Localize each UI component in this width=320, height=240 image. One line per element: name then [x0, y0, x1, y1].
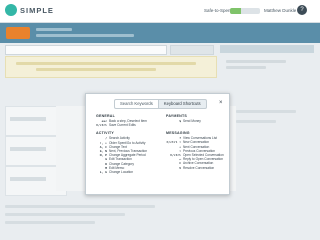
sidebar-goals-header[interactable]: [220, 45, 314, 53]
notice-alert: [5, 56, 217, 78]
sidebar-text-placeholder: [226, 60, 286, 63]
shortcuts-left-column: GENERAL esc Back a step, Deselect Item ⌘/…: [96, 114, 156, 174]
simple-logo-icon[interactable]: [5, 4, 17, 16]
shortcut-row: L, G Change Location: [96, 170, 156, 174]
balance-badge: [6, 27, 30, 39]
shortcut-key: L, G: [99, 169, 107, 174]
transaction-text-placeholder: [10, 147, 46, 151]
background-text-placeholder: [236, 120, 276, 123]
shortcut-key: V: [179, 165, 181, 170]
shortcut-key: ⌘/ctrl: [96, 123, 107, 128]
shortcut-description: Change Location: [109, 169, 134, 174]
account-banner: [0, 23, 320, 43]
brand-name[interactable]: SIMPLE: [20, 6, 54, 15]
banner-text-placeholder: [36, 28, 72, 31]
shortcut-key: $: [179, 119, 181, 123]
footer-text-placeholder: [5, 221, 95, 224]
sidebar-text-placeholder: [226, 66, 266, 69]
shortcuts-right-column: PAYMENTS $ Send Money MESSAGING ? View Con…: [166, 114, 226, 170]
safe-to-spend-label: Safe-to-Spend: [204, 8, 234, 13]
shortcuts-dialog: Search Keywords Keyboard Shortcuts × GEN…: [85, 93, 230, 195]
footer-text-placeholder: [5, 213, 125, 216]
alert-text-placeholder: [36, 68, 156, 71]
shortcut-description: Send Money: [183, 119, 201, 123]
activity-filter-buttons[interactable]: [170, 45, 214, 55]
banner-text-placeholder: [36, 34, 134, 37]
shortcut-row: V Resolve Conversation: [166, 166, 226, 170]
footer-text-placeholder: [5, 205, 155, 208]
help-button[interactable]: ?: [297, 5, 307, 15]
transaction-text-placeholder: [10, 117, 46, 121]
top-header: SIMPLE Safe-to-Spend Matthew Dunkle ?: [0, 0, 320, 23]
shortcut-description: Resolve Conversation: [183, 165, 215, 170]
tab-keyboard-shortcuts[interactable]: Keyboard Shortcuts: [158, 99, 207, 109]
shortcut-description: Save Current Edits: [109, 123, 136, 128]
background-text-placeholder: [236, 110, 296, 113]
alert-text-placeholder: [16, 62, 196, 65]
user-menu[interactable]: Matthew Dunkle: [264, 8, 296, 13]
activity-search-input[interactable]: [5, 45, 167, 55]
safe-to-spend-fill: [230, 8, 241, 14]
tab-search-keywords[interactable]: Search Keywords: [114, 99, 159, 109]
transaction-text-placeholder: [10, 177, 46, 181]
safe-to-spend-bar[interactable]: [230, 8, 260, 14]
dialog-tabs: Search Keywords Keyboard Shortcuts: [114, 99, 207, 109]
close-icon[interactable]: ×: [219, 99, 223, 107]
